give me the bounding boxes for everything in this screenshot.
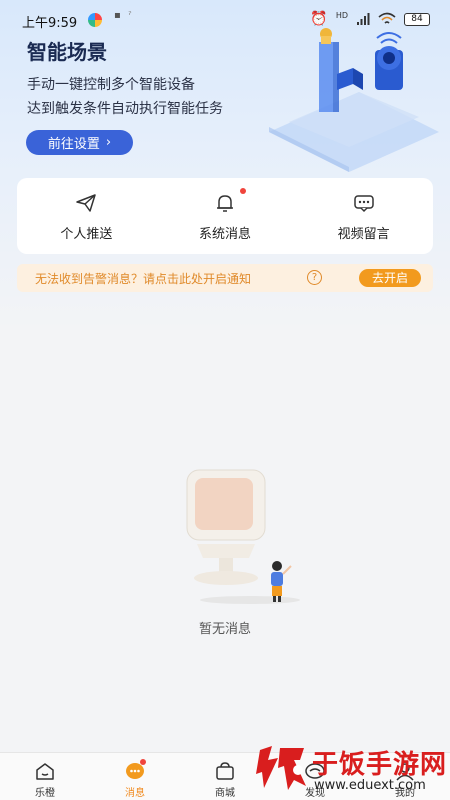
hero-description-1: 手动一键控制多个智能设备 [27,77,195,93]
nav-label: 乐橙 [35,788,55,799]
hd-label: HD [335,10,348,20]
home-icon [36,763,54,780]
notification-icon: ▪ [114,10,121,21]
empty-state-text: 暂无消息 [198,622,251,637]
bell-icon [217,194,233,212]
entry-system-message[interactable]: 系统消息 [156,178,295,254]
entry-video-message[interactable]: 视频留言 [294,178,433,254]
nav-item-home[interactable]: 乐橙 [0,753,90,800]
message-category-card: 个人推送 系统消息 视频留言 [17,178,433,254]
watermark-name: 于饭手游网 [312,750,448,780]
watermark-url: www.eduext.com [314,778,426,793]
hero-title: 智能场景 [27,40,107,64]
entry-personal-push[interactable]: 个人推送 [17,178,156,254]
notification-banner-text: 无法收到告警消息？请点击此处开启通知 [35,272,252,286]
watermark-logo-icon [256,746,306,790]
help-icon[interactable]: ? [307,270,322,285]
entry-label: 系统消息 [199,226,252,242]
app-dot-icon [88,13,102,27]
bag-icon [216,762,234,780]
watermark: 于饭手游网 www.eduext.com [254,738,450,800]
entry-label: 个人推送 [60,226,113,242]
nav-item-messages[interactable]: 消息 [90,753,180,800]
goto-settings-label: 前往设置 [47,137,100,152]
hero-description-2: 达到触发条件自动执行智能任务 [27,101,223,117]
nav-label: 商城 [215,788,235,799]
goto-settings-button[interactable]: 前往设置 › [26,130,133,155]
unread-badge [239,188,246,194]
unread-badge [140,759,146,765]
notification-banner[interactable]: 无法收到告警消息？请点击此处开启通知 ? 去开启 [17,264,433,292]
smart-home-illustration [269,28,439,172]
send-icon [76,193,97,212]
status-time: 上午9:59 [22,16,78,31]
empty-state-illustration [186,469,300,604]
chevron-right-icon: › [105,135,112,150]
entry-label: 视频留言 [337,226,390,242]
enable-notification-button[interactable]: 去开启 [359,269,421,287]
notification-icon: ˀ [128,10,132,21]
message-icon [353,194,374,212]
nav-label: 消息 [125,788,145,799]
